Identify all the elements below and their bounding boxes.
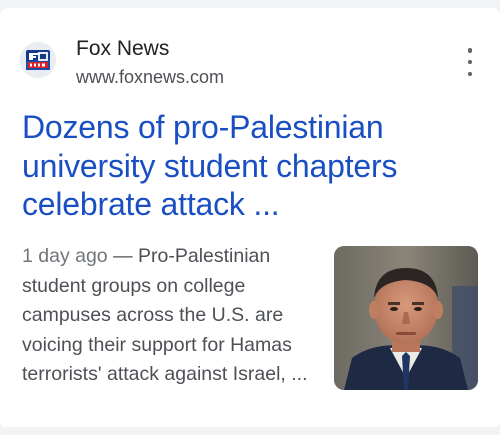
more-dot [467, 59, 473, 65]
search-result-card: Fox News www.foxnews.com Dozens of pro-P… [0, 8, 500, 428]
more-dot [467, 71, 473, 76]
headline-line: Dozens of pro-Palestinian [22, 109, 384, 145]
source-row: Fox News www.foxnews.com [20, 36, 480, 92]
more-dot [467, 48, 473, 53]
source-url: www.foxnews.com [76, 67, 225, 87]
snippet-separator: — [107, 245, 138, 267]
result-headline-link[interactable]: Dozens of pro-Palestinian university stu… [22, 108, 482, 224]
result-snippet: 1 day ago — Pro-Palestinian student grou… [22, 242, 317, 390]
headline-line: celebrate attack ... [22, 186, 280, 222]
more-vert-icon[interactable] [460, 48, 480, 76]
fox-news-logo-icon [26, 50, 50, 70]
source-name[interactable]: Fox News [76, 36, 169, 62]
result-age: 1 day ago [22, 245, 108, 267]
result-divider [0, 427, 500, 435]
fox-news-logo[interactable] [20, 42, 56, 78]
headline-line: university student chapters [22, 147, 398, 184]
portrait-photo[interactable] [334, 246, 478, 390]
portrait-photo-image [334, 246, 478, 390]
